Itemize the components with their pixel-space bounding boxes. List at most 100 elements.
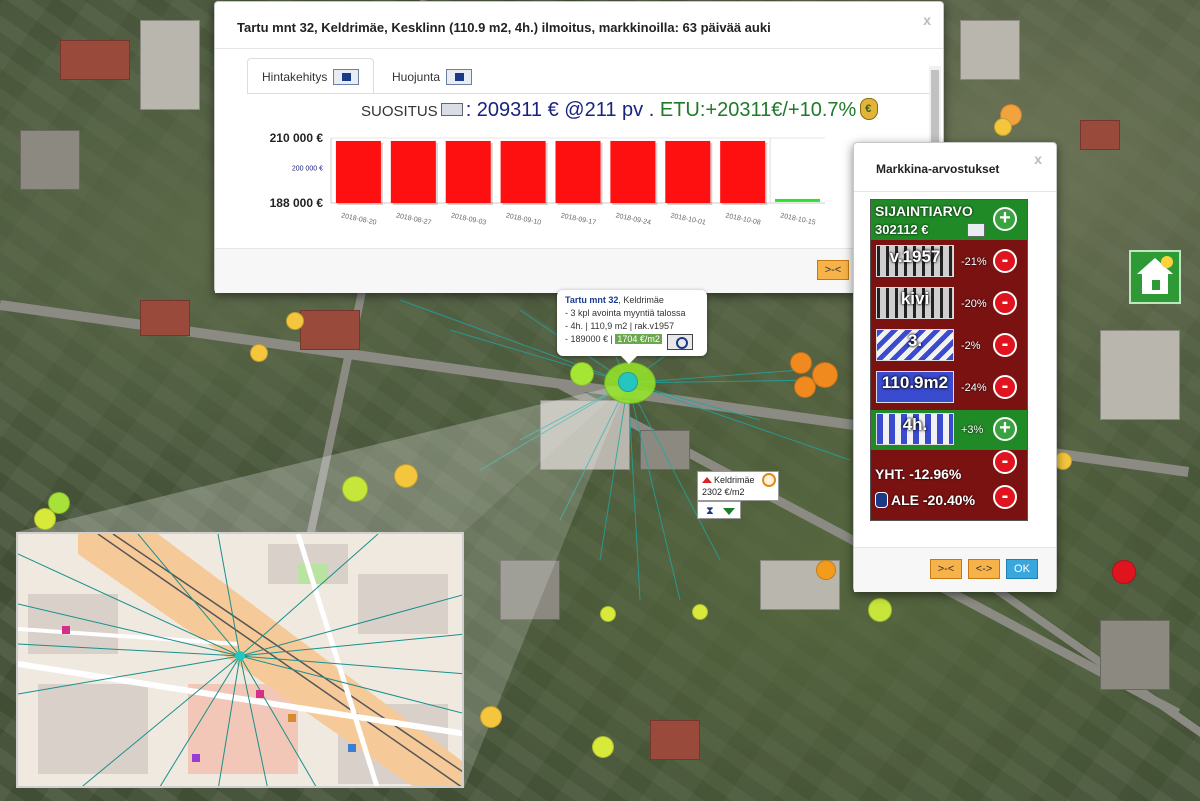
valuation-row-floor: 3. -2% -: [871, 326, 1027, 366]
x-tick-label: 2018-08-27: [395, 212, 432, 226]
separator: .: [648, 99, 655, 121]
x-tick-label: 2018-10-08: [725, 212, 762, 226]
tooltip-line: - 4h. | 110,9 m2 | rak.v1957: [565, 321, 675, 331]
search-icon[interactable]: [967, 223, 985, 237]
divider: [854, 191, 1056, 192]
tab-label: Hintakehitys: [262, 70, 328, 84]
minus-button[interactable]: -: [993, 375, 1017, 399]
y-tick-label: 188 000 €: [270, 196, 324, 210]
bar: [610, 140, 656, 203]
rooms-icon: 4h.: [876, 413, 954, 445]
cluster-marker[interactable]: [816, 560, 836, 580]
cluster-marker[interactable]: [692, 604, 708, 620]
x-tick-label: 2018-08-20: [341, 212, 378, 226]
valuation-row-year: v.1957 -21% -: [871, 242, 1027, 282]
search-icon: [333, 69, 360, 85]
market-valuation-panel[interactable]: Markkina-arvostukset x SIJAINTIARVO 3021…: [853, 142, 1057, 592]
benefit-value: ETU:+20311€/+10.7%: [659, 99, 857, 121]
cluster-marker[interactable]: [250, 344, 268, 362]
tab-huojunta[interactable]: Huojunta: [377, 58, 487, 94]
expand-button[interactable]: <->: [968, 559, 1000, 579]
recommended-price: : 209311 € @211 pv: [465, 99, 644, 121]
total-label: YHT. -12.96%: [875, 466, 962, 482]
scrollbar-thumb[interactable]: [931, 70, 939, 146]
tooltip-street: Tartu mnt 32: [565, 295, 619, 305]
tab-hintakehitys[interactable]: Hintakehitys: [247, 58, 375, 94]
recommendation: SUOSITUS : 209311 € @211 pv . ETU:+20311€…: [361, 98, 879, 122]
cluster-marker[interactable]: [592, 736, 614, 758]
selected-property-marker[interactable]: [618, 372, 638, 392]
floor-icon: 3.: [876, 329, 954, 361]
house-icon[interactable]: [1129, 250, 1181, 304]
ok-button[interactable]: OK: [1006, 559, 1038, 579]
plus-button[interactable]: +: [993, 417, 1017, 441]
cluster-marker[interactable]: [790, 352, 812, 374]
hand-icon: [875, 492, 888, 508]
bar: [445, 140, 491, 203]
building-year-icon: v.1957: [876, 245, 954, 277]
minus-button[interactable]: -: [993, 291, 1017, 315]
moneybag-icon: [860, 98, 879, 120]
price-per-m2: 1704 €/m2: [615, 334, 662, 344]
inset-map-drawing: [18, 534, 462, 786]
property-tooltip: Tartu mnt 32, Keldrimäe - 3 kpl avointa …: [557, 290, 707, 364]
cluster-marker[interactable]: [480, 706, 502, 728]
y-tick-label: 210 000 €: [270, 131, 324, 145]
plus-button[interactable]: +: [993, 207, 1017, 231]
minus-button[interactable]: -: [993, 450, 1017, 474]
bar: [500, 140, 546, 203]
up-arrow-icon: [702, 477, 712, 483]
brick-wall-icon: kivi: [876, 287, 954, 319]
cluster-marker[interactable]: [794, 376, 816, 398]
bar: [720, 140, 766, 203]
shrink-button[interactable]: >-<: [930, 559, 962, 579]
minus-button[interactable]: -: [993, 333, 1017, 357]
cluster-marker[interactable]: [48, 492, 70, 514]
tooltip-district: , Keldrimäe: [618, 295, 664, 305]
price-history-chart: 210 000 € 200 000 € 188 000 € 2018-08-20 201…: [270, 131, 825, 227]
bar: [665, 140, 711, 203]
cluster-marker[interactable]: [868, 598, 892, 622]
cluster-marker[interactable]: [994, 118, 1012, 136]
cluster-marker[interactable]: [342, 476, 368, 502]
dialog-title: Tartu mnt 32, Keldrimäe, Kesklinn (110.9…: [237, 20, 771, 35]
tooltip-arrow: [621, 356, 637, 364]
zoom-icon[interactable]: [667, 334, 693, 350]
bar: [775, 198, 821, 202]
close-button[interactable]: x: [1034, 151, 1042, 167]
valuation-row-area: 110.9m2 -24% -: [871, 368, 1027, 408]
search-icon: [446, 69, 473, 85]
cluster-marker[interactable]: [570, 362, 594, 386]
x-tick-label: 2018-10-01: [670, 212, 707, 226]
bar: [555, 140, 601, 203]
row-percent: -21%: [961, 256, 987, 268]
cluster-marker[interactable]: [1112, 560, 1136, 584]
x-tick-label: 2018-10-15: [780, 212, 817, 226]
row-percent: -24%: [961, 382, 987, 394]
cluster-marker[interactable]: [394, 464, 418, 488]
hourglass-icon: ⧗: [706, 505, 714, 517]
minus-button[interactable]: -: [993, 485, 1017, 509]
magnifier-icon[interactable]: [440, 103, 463, 116]
district-name: Keldrimäe: [714, 475, 755, 485]
chevron-down-icon[interactable]: [723, 508, 735, 515]
cluster-marker[interactable]: [286, 312, 304, 330]
listing-dialog[interactable]: Tartu mnt 32, Keldrimäe, Kesklinn (110.9…: [214, 1, 944, 293]
recommendation-label: SUOSITUS: [361, 103, 438, 120]
cluster-marker[interactable]: [812, 362, 838, 388]
x-tick-label: 2018-09-17: [560, 212, 597, 226]
location-value: 302112 €: [875, 222, 929, 237]
cluster-marker[interactable]: [600, 606, 616, 622]
clock-icon[interactable]: [762, 473, 776, 487]
house-window: [1152, 280, 1160, 290]
divider: [215, 48, 943, 49]
floor-area-icon: 110.9m2: [876, 371, 954, 403]
district-badge[interactable]: Keldrimäe 2302 €/m2: [697, 471, 779, 501]
filter-control[interactable]: ⧗: [697, 501, 741, 519]
shrink-button[interactable]: >-<: [817, 260, 849, 280]
discount-label: ALE -20.40%: [891, 492, 976, 508]
bar: [390, 140, 436, 203]
inset-street-map[interactable]: [16, 532, 464, 788]
minus-button[interactable]: -: [993, 249, 1017, 273]
close-button[interactable]: x: [923, 12, 931, 28]
